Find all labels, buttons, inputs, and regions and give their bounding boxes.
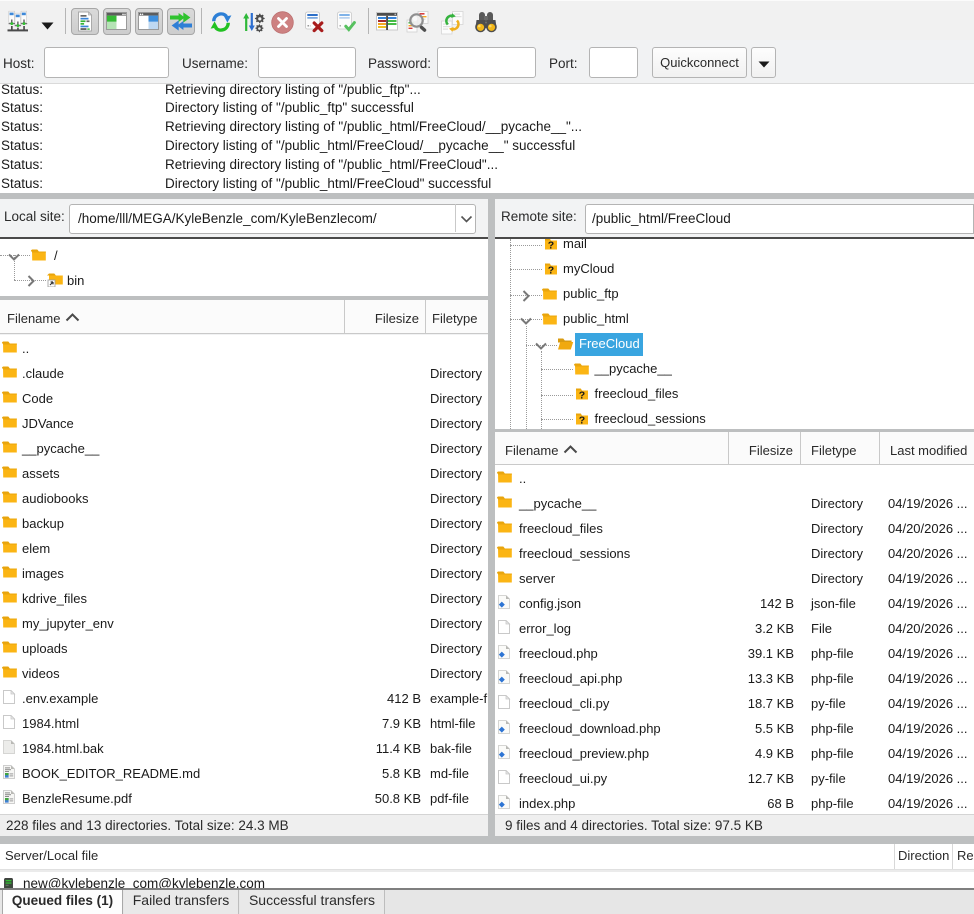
svg-text:?: ? (547, 265, 553, 277)
svg-text:?: ? (547, 240, 553, 252)
svg-text:?: ? (578, 415, 584, 427)
svg-text:?: ? (578, 390, 584, 402)
